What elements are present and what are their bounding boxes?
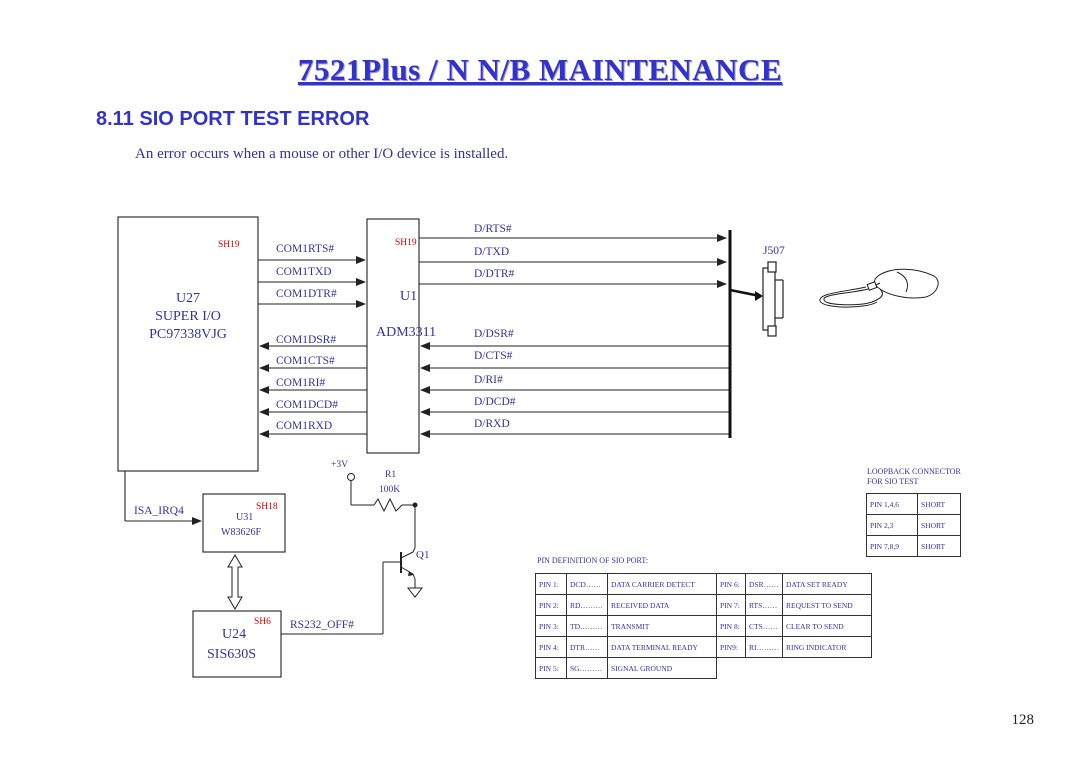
signal-label: COM1DTR#	[276, 288, 337, 300]
table-row: PIN 4: DTR…… DATA TERMINAL READY PIN9: R…	[535, 636, 872, 658]
table-cell: DATA SET READY	[782, 573, 872, 595]
u27-type: SUPER I/O	[155, 309, 221, 324]
table-cell	[746, 658, 783, 679]
table-cell: SG………	[566, 657, 608, 679]
table-cell: PIN 7:	[716, 594, 746, 616]
signal-label: D/RI#	[474, 374, 503, 386]
signal-label: COM1RI#	[276, 377, 326, 389]
vcc-node	[347, 473, 355, 481]
table-row: PIN 1,4,6 SHORT	[866, 493, 961, 515]
table-cell: PIN 5:	[535, 657, 567, 679]
ground-symbol	[406, 587, 424, 598]
signal-label: D/DSR#	[474, 328, 514, 340]
u1-name: U1	[400, 289, 418, 304]
signal-label: COM1CTS#	[276, 355, 335, 367]
u27-name: U27	[175, 291, 201, 306]
table-cell	[717, 658, 746, 679]
table-cell: RD………	[566, 594, 608, 616]
u24-name: U24	[222, 627, 247, 642]
signal-label: COM1RXD	[276, 420, 333, 432]
table-cell: SIGNAL GROUND	[607, 657, 717, 679]
table-cell: TRANSMIT	[607, 615, 717, 637]
table-cell: SHORT	[917, 493, 961, 515]
table-cell	[783, 658, 872, 679]
u31-name: U31	[236, 512, 254, 523]
u1-part: ADM3311	[376, 325, 437, 340]
u27-part: PC97338VJG	[149, 327, 227, 342]
u31-sheet-ref: SH18	[256, 502, 278, 512]
table-cell: PIN 7,8,9	[866, 535, 918, 557]
u24-sheet-ref: SH6	[254, 617, 271, 627]
table-cell: DATA CARRIER DETECT	[607, 573, 717, 595]
u1-sheet-ref: SH19	[395, 238, 417, 248]
connector-label: J507	[763, 245, 785, 257]
signal-label: D/TXD	[474, 246, 510, 258]
table-cell: RECEIVED DATA	[607, 594, 717, 616]
table-cell: PIN 4:	[535, 636, 567, 658]
table-cell: TD………	[566, 615, 608, 637]
table-row: PIN 1: DCD…… DATA CARRIER DETECT PIN 6: …	[535, 573, 872, 595]
table-row: PIN 2,3 SHORT	[866, 514, 961, 536]
table-cell: PIN 2:	[535, 594, 567, 616]
table-cell: DCD……	[566, 573, 608, 595]
table-cell: SHORT	[917, 535, 961, 557]
signal-label: D/CTS#	[474, 350, 513, 362]
signal-label: COM1RTS#	[276, 243, 335, 255]
table-cell: RTS……	[745, 594, 783, 616]
resistor-name: R1	[385, 470, 397, 480]
u24-part: SIS630S	[207, 647, 257, 662]
u31-part: W83626F	[221, 527, 261, 538]
signal-label: D/DTR#	[474, 268, 515, 280]
table-row: PIN 5: SG……… SIGNAL GROUND	[535, 657, 872, 679]
signal-label: D/RXD	[474, 418, 510, 430]
mouse-device	[819, 268, 939, 308]
table-cell: PIN 3:	[535, 615, 567, 637]
table-cell: PIN 8:	[716, 615, 746, 637]
u27-sheet-ref: SH19	[218, 240, 240, 250]
pin-definition-table: PIN 1: DCD…… DATA CARRIER DETECT PIN 6: …	[535, 573, 872, 679]
table-row: PIN 3: TD……… TRANSMIT PIN 8: CTS…… CLEAR…	[535, 615, 872, 637]
resistor-value: 100K	[379, 485, 401, 495]
table-cell: CLEAR TO SEND	[782, 615, 872, 637]
table-cell: DTR……	[566, 636, 608, 658]
isa-irq-label: ISA_IRQ4	[134, 505, 184, 517]
table-cell: PIN 2,3	[866, 514, 918, 536]
table-cell: PIN 1,4,6	[866, 493, 918, 515]
signal-label: D/DCD#	[474, 396, 516, 408]
table-row: PIN 2: RD……… RECEIVED DATA PIN 7: RTS…… …	[535, 594, 872, 616]
u31-u24-bus	[227, 554, 243, 610]
signal-label: COM1DSR#	[276, 334, 337, 346]
table-cell: PIN 6:	[716, 573, 746, 595]
signal-label: COM1DCD#	[276, 399, 338, 411]
loopback-subtitle: FOR SIO TEST	[867, 477, 919, 486]
rs232-off-label: RS232_OFF#	[290, 619, 354, 631]
table-cell: RI………	[745, 636, 783, 658]
table-cell: RING INDICATOR	[782, 636, 872, 658]
page-number: 128	[1011, 712, 1035, 728]
transistor-label: Q1	[416, 549, 430, 561]
table-cell: PIN 1:	[535, 573, 567, 595]
table-cell: PIN9:	[716, 636, 746, 658]
loopback-table: PIN 1,4,6 SHORT PIN 2,3 SHORT PIN 7,8,9 …	[866, 493, 961, 557]
resistor-r1	[373, 497, 403, 513]
vcc-label: +3V	[331, 460, 348, 470]
signal-label: D/RTS#	[474, 223, 512, 235]
db9-connector	[762, 261, 784, 337]
table-cell: DSR……	[745, 573, 783, 595]
table-cell: REQUEST TO SEND	[782, 594, 872, 616]
table-cell: SHORT	[917, 514, 961, 536]
signal-label: COM1TXD	[276, 266, 332, 278]
table-cell: CTS……	[745, 615, 783, 637]
u27-box	[117, 216, 259, 472]
pin-definition-title: PIN DEFINITION OF SIO PORT:	[537, 556, 649, 565]
table-row: PIN 7,8,9 SHORT	[866, 535, 961, 557]
table-cell: DATA TERMINAL READY	[607, 636, 717, 658]
loopback-title: LOOPBACK CONNECTOR	[867, 467, 961, 476]
